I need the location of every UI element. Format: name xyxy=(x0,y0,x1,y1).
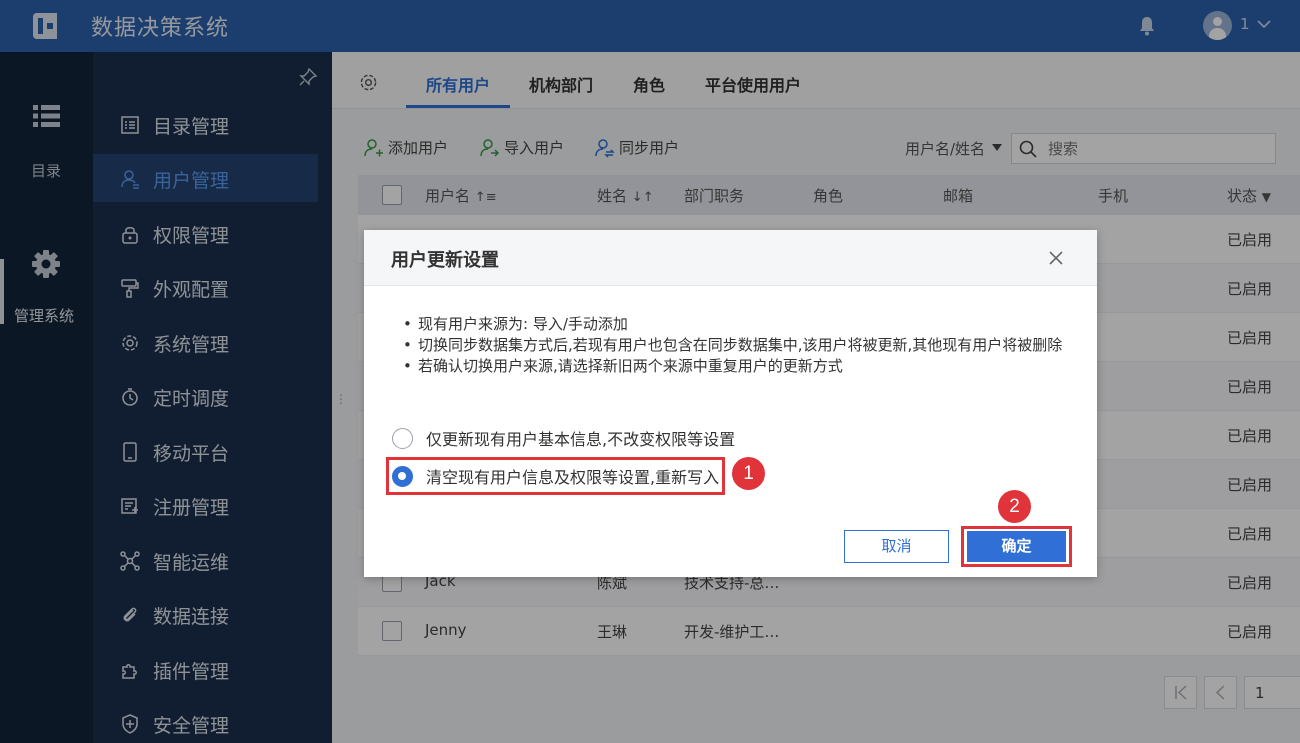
step-badge-2: 2 xyxy=(998,490,1031,523)
dialog-info-list: 现有用户来源为: 导入/手动添加 切换同步数据集方式后,若现有用户也包含在同步数… xyxy=(401,314,1081,377)
step-badge-1: 1 xyxy=(732,457,765,490)
user-update-dialog: 用户更新设置 现有用户来源为: 导入/手动添加 切换同步数据集方式后,若现有用户… xyxy=(364,230,1097,577)
highlight-box-option xyxy=(386,457,725,495)
option-update-basic[interactable]: 仅更新现有用户基本信息,不改变权限等设置 xyxy=(392,426,735,450)
cancel-button[interactable]: 取消 xyxy=(844,530,949,563)
confirm-button[interactable]: 确定 xyxy=(967,531,1066,562)
info-item: 若确认切换用户来源,请选择新旧两个来源中重复用户的更新方式 xyxy=(401,356,1081,377)
info-item: 现有用户来源为: 导入/手动添加 xyxy=(401,314,1081,335)
option-update-basic-label: 仅更新现有用户基本信息,不改变权限等设置 xyxy=(426,430,736,449)
radio-update-basic[interactable] xyxy=(392,427,413,449)
dialog-header: 用户更新设置 xyxy=(364,230,1097,286)
close-icon[interactable] xyxy=(1047,249,1065,267)
dialog-title: 用户更新设置 xyxy=(391,250,499,271)
info-item: 切换同步数据集方式后,若现有用户也包含在同步数据集中,该用户将被更新,其他现有用… xyxy=(401,335,1081,356)
